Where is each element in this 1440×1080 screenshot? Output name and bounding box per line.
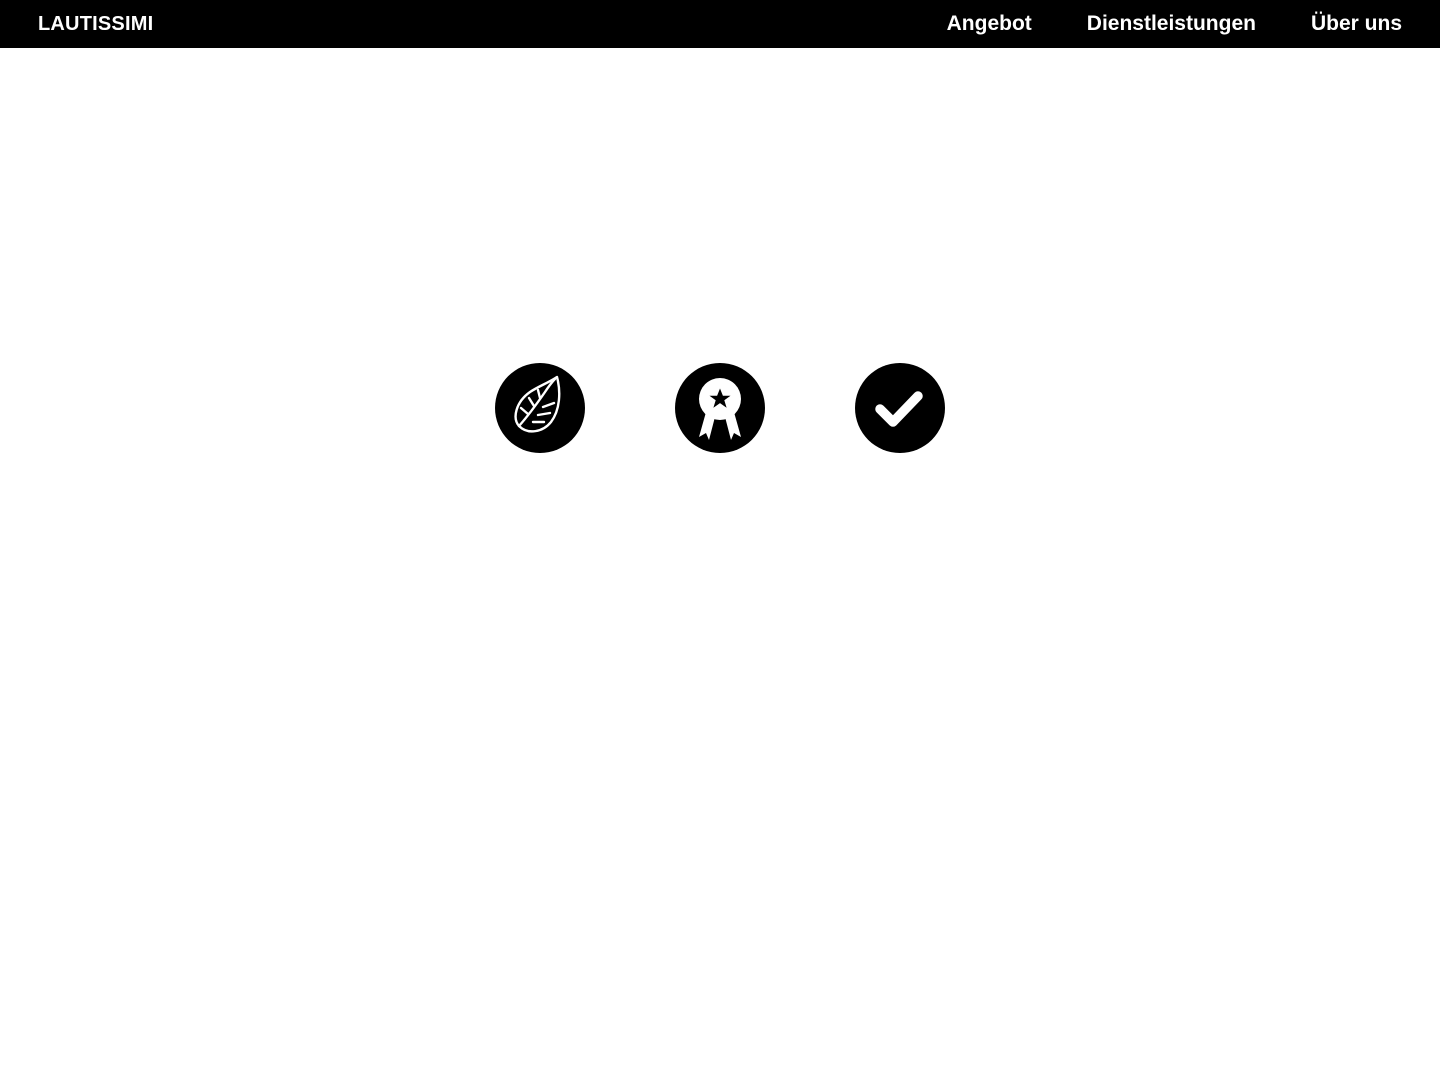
- leaf-icon: [514, 375, 561, 433]
- nav-link-angebot[interactable]: Angebot: [947, 0, 1032, 48]
- feature-icons-row: [495, 363, 945, 453]
- nav-link-dienstleistungen[interactable]: Dienstleistungen: [1087, 0, 1256, 48]
- leaf-badge: [495, 363, 585, 453]
- award-ribbon-icon: [699, 378, 741, 440]
- award-badge: [675, 363, 765, 453]
- nav-link-ueber-uns[interactable]: Über uns: [1311, 0, 1402, 48]
- top-navigation-bar: LAUTISSIMI Angebot Dienstleistungen Über…: [0, 0, 1440, 48]
- main-nav: Angebot Dienstleistungen Über uns: [947, 0, 1402, 48]
- brand-logo-link[interactable]: LAUTISSIMI: [38, 0, 153, 48]
- check-badge: [855, 363, 945, 453]
- checkmark-icon: [875, 391, 923, 427]
